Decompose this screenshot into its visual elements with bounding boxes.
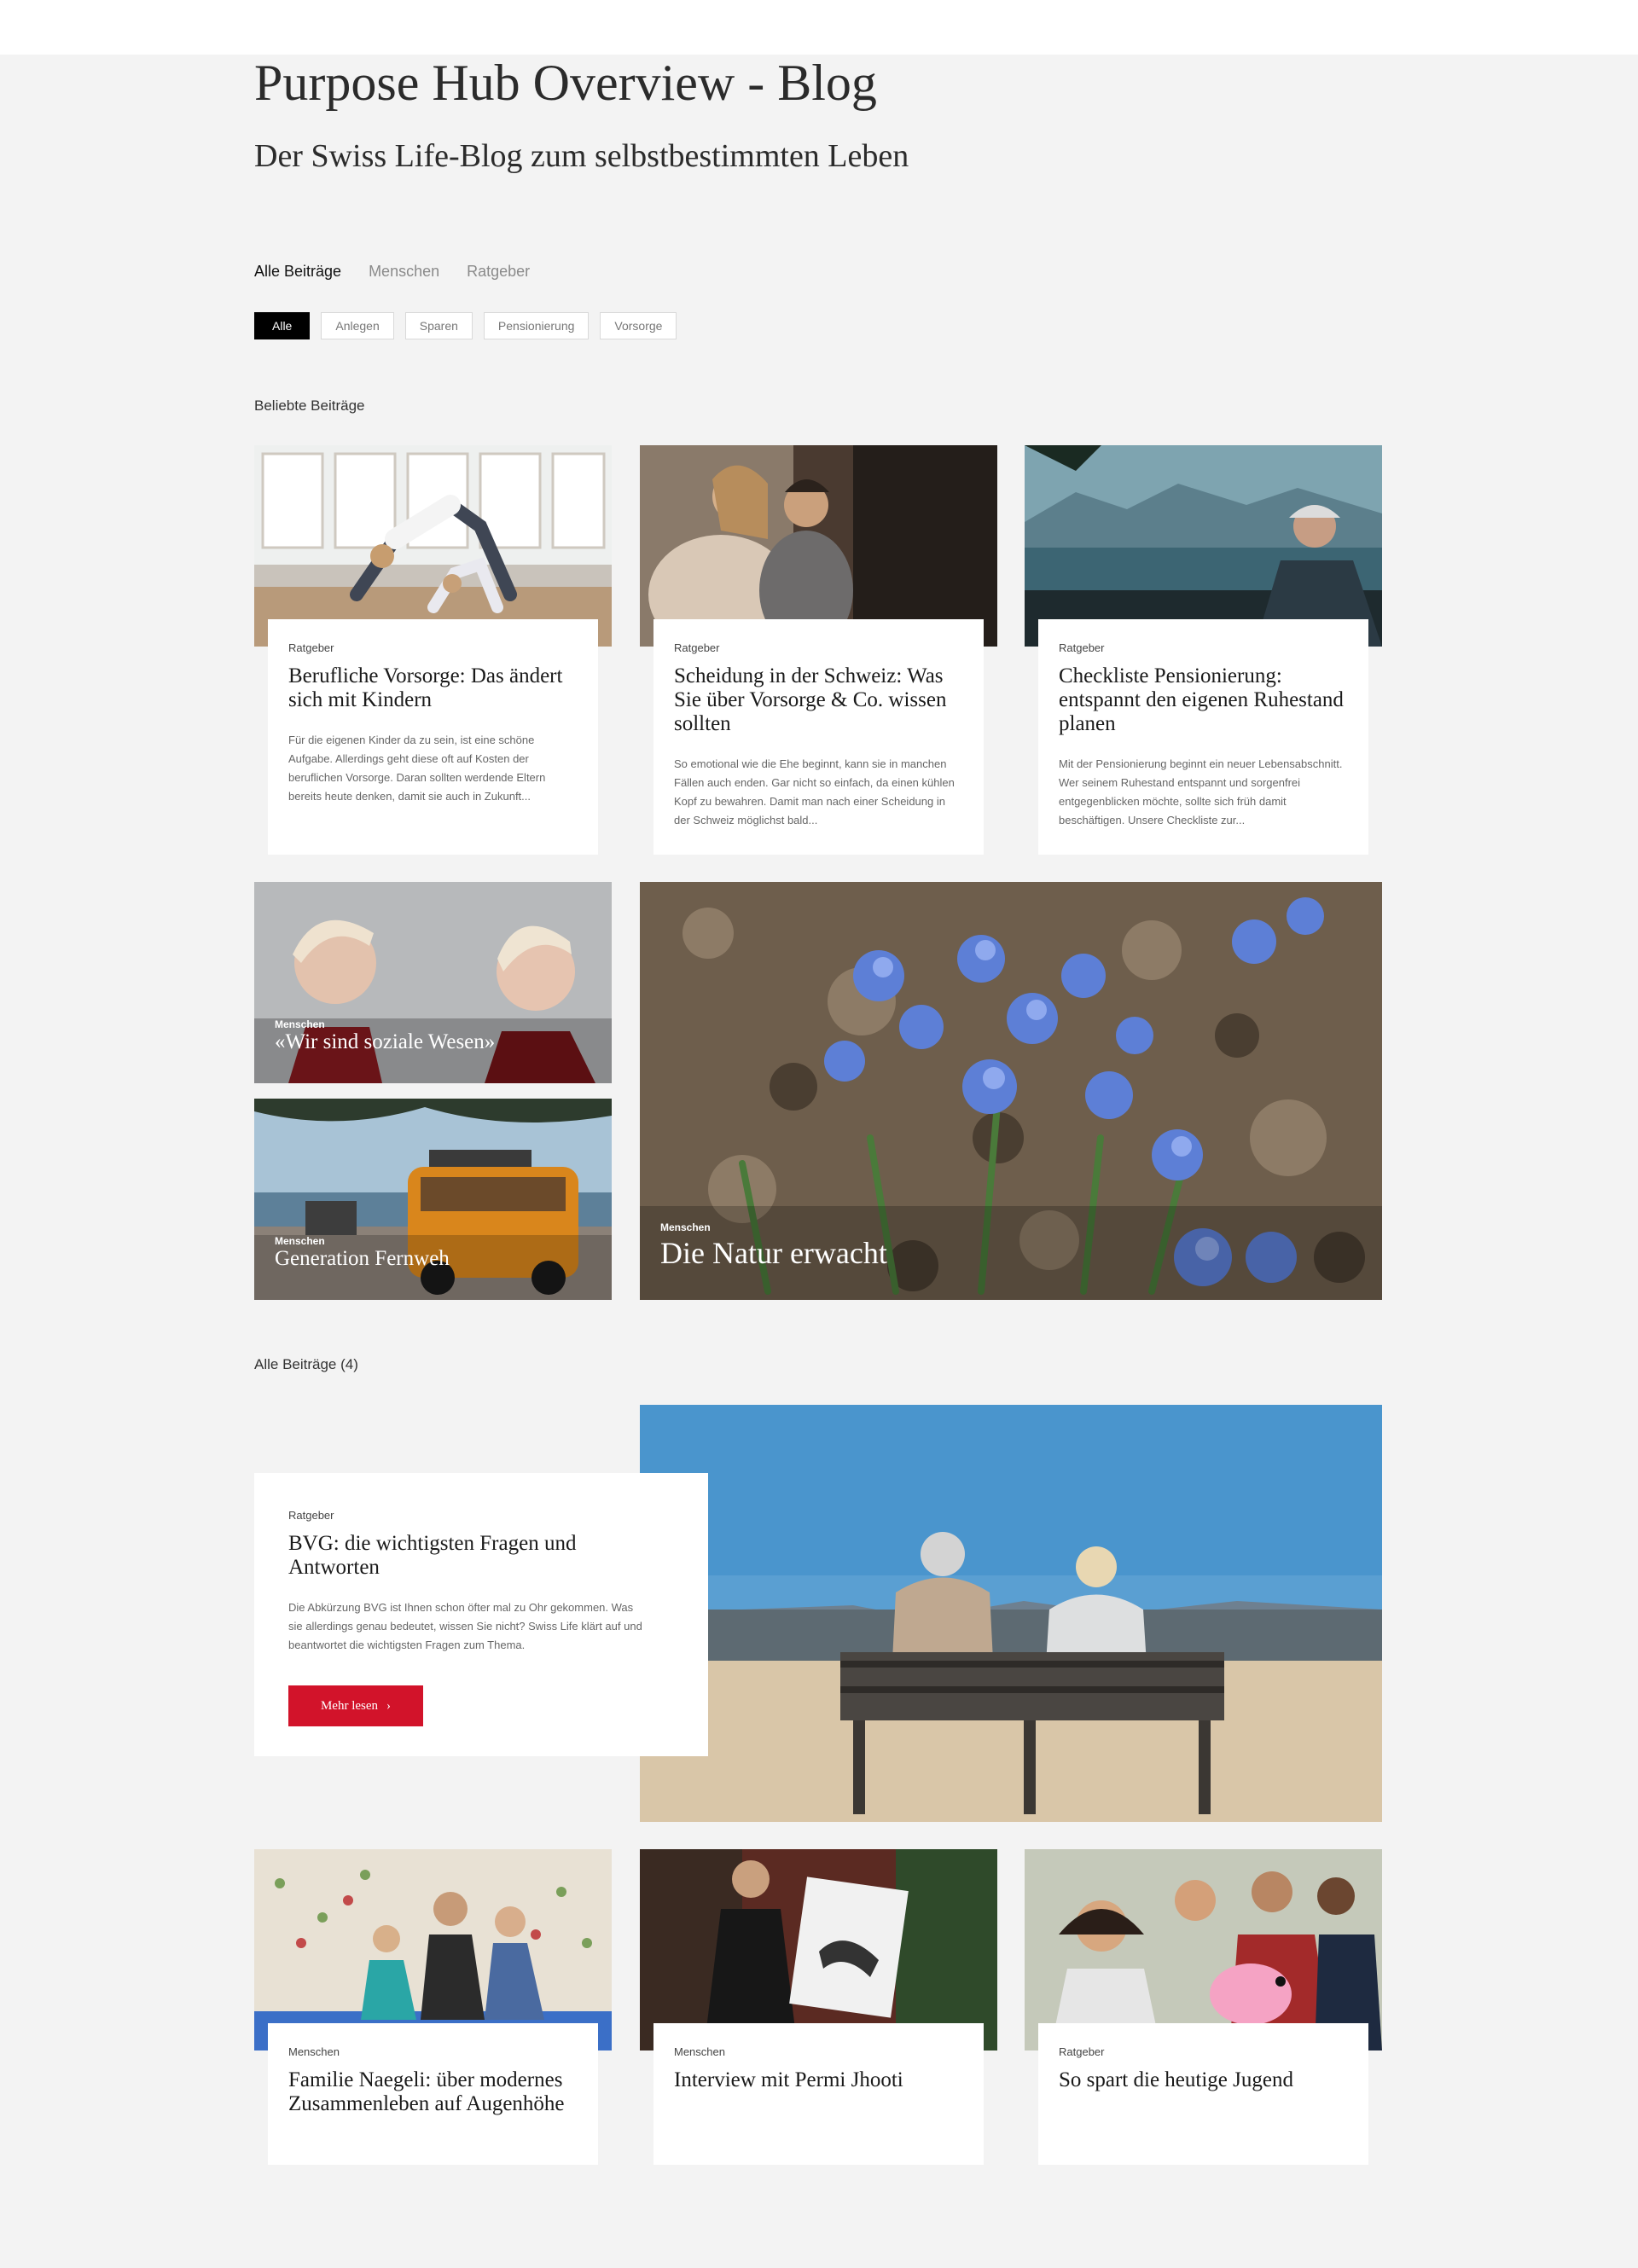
card-category: Ratgeber (674, 641, 720, 654)
card-excerpt: Mit der Pensionierung beginnt ein neuer … (1059, 757, 1343, 827)
tile-category: Menschen (275, 1018, 325, 1030)
card-category: Menschen (288, 2045, 340, 2058)
card-panel: Menschen Familie Naegeli: über modernes … (268, 2023, 598, 2165)
chevron-right-icon: › (386, 1698, 392, 1713)
filter-anlegen[interactable]: Anlegen (321, 312, 394, 339)
filter-vorsorge[interactable]: Vorsorge (600, 312, 677, 339)
post-card[interactable]: Ratgeber So spart die heutige Jugend (1025, 1849, 1382, 2165)
popular-card[interactable]: Ratgeber Scheidung in der Schweiz: Was S… (640, 445, 997, 855)
popular-posts-heading: Beliebte Beiträge (254, 397, 365, 414)
topic-filters: Alle Anlegen Sparen Pensionierung Vorsor… (254, 312, 677, 339)
card-excerpt: So emotional wie die Ehe beginnt, kann s… (674, 757, 955, 827)
tab-all-posts[interactable]: Alle Beiträge (254, 263, 341, 281)
top-bar (0, 0, 1638, 55)
feature-image-bench[interactable] (640, 1405, 1382, 1822)
card-panel: Ratgeber So spart die heutige Jugend (1038, 2023, 1368, 2165)
tile-title[interactable]: Generation Fernweh (275, 1247, 450, 1271)
filter-pensionierung[interactable]: Pensionierung (483, 312, 590, 339)
popular-tile-large[interactable]: Menschen Die Natur erwacht (640, 882, 1382, 1300)
tile-title[interactable]: Die Natur erwacht (660, 1235, 887, 1271)
card-panel: Menschen Interview mit Permi Jhooti (653, 2023, 984, 2165)
card-category: Menschen (674, 2045, 725, 2058)
read-more-label: Mehr lesen (320, 1698, 379, 1713)
card-image-lake (1025, 445, 1382, 647)
card-title[interactable]: Scheidung in der Schweiz: Was Sie über V… (674, 664, 963, 736)
card-title[interactable]: Checkliste Pensionierung: entspannt den … (1059, 664, 1348, 736)
popular-card[interactable]: Ratgeber Berufliche Vorsorge: Das ändert… (254, 445, 612, 855)
tab-ratgeber[interactable]: Ratgeber (467, 263, 530, 281)
page-subtitle: Der Swiss Life-Blog zum selbstbestimmten… (254, 138, 909, 174)
card-image-interview (640, 1849, 997, 2050)
page-title: Purpose Hub Overview - Blog (254, 55, 877, 111)
post-card[interactable]: Menschen Interview mit Permi Jhooti (640, 1849, 997, 2165)
card-title[interactable]: Familie Naegeli: über modernes Zusammenl… (288, 2068, 578, 2116)
tile-category: Menschen (275, 1235, 325, 1247)
card-image-family (254, 1849, 612, 2050)
feature-post-panel: Ratgeber BVG: die wichtigsten Fragen und… (254, 1473, 708, 1756)
read-more-button[interactable]: Mehr lesen › (288, 1685, 423, 1726)
post-card[interactable]: Menschen Familie Naegeli: über modernes … (254, 1849, 612, 2165)
card-panel: Ratgeber Scheidung in der Schweiz: Was S… (653, 619, 984, 855)
card-image-yoga (254, 445, 612, 647)
feature-title[interactable]: BVG: die wichtigsten Fragen und Antworte… (288, 1532, 647, 1580)
tile-title[interactable]: «Wir sind soziale Wesen» (275, 1030, 495, 1054)
all-posts-heading: Alle Beiträge (4) (254, 1356, 358, 1372)
card-title[interactable]: Interview mit Permi Jhooti (674, 2068, 963, 2092)
popular-tile[interactable]: Menschen Generation Fernweh (254, 1099, 612, 1300)
card-title[interactable]: So spart die heutige Jugend (1059, 2068, 1348, 2092)
card-category: Ratgeber (1059, 2045, 1105, 2058)
tile-category: Menschen (660, 1221, 711, 1233)
filter-sparen[interactable]: Sparen (404, 312, 473, 339)
card-category: Ratgeber (1059, 641, 1105, 654)
card-panel: Ratgeber Checkliste Pensionierung: entsp… (1038, 619, 1368, 855)
card-image-piggybank (1025, 1849, 1382, 2050)
card-image-couple (640, 445, 997, 647)
feature-category: Ratgeber (288, 1509, 334, 1522)
category-tabs: Alle Beiträge Menschen Ratgeber (254, 263, 530, 281)
card-category: Ratgeber (288, 641, 334, 654)
popular-tile[interactable]: Menschen «Wir sind soziale Wesen» (254, 882, 612, 1083)
card-title[interactable]: Berufliche Vorsorge: Das ändert sich mit… (288, 664, 578, 712)
feature-excerpt: Die Abkürzung BVG ist Ihnen schon öfter … (288, 1601, 642, 1651)
card-panel: Ratgeber Berufliche Vorsorge: Das ändert… (268, 619, 598, 855)
popular-card[interactable]: Ratgeber Checkliste Pensionierung: entsp… (1025, 445, 1382, 855)
filter-alle[interactable]: Alle (254, 312, 311, 339)
tab-menschen[interactable]: Menschen (369, 263, 439, 281)
card-excerpt: Für die eigenen Kinder da zu sein, ist e… (288, 734, 546, 803)
